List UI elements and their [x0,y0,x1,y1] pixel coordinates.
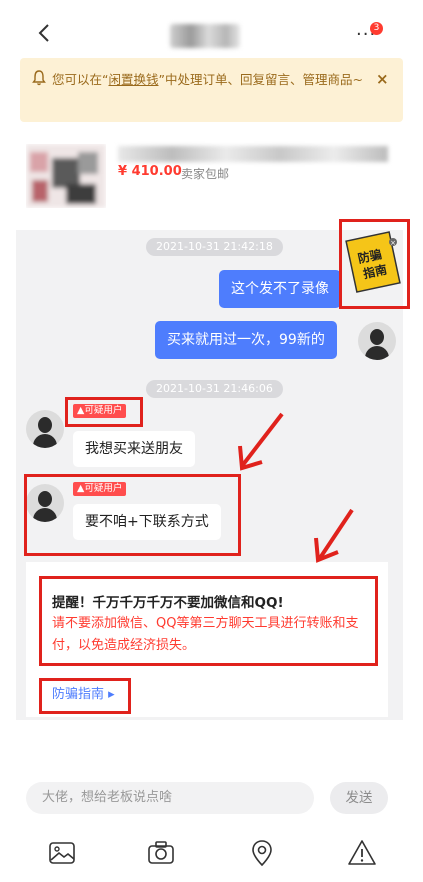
product-card[interactable]: ¥ 410.00 卖家包邮 [0,130,423,222]
camera-icon[interactable] [146,838,176,868]
annotation-arrow [314,508,354,563]
warning-icon[interactable] [347,838,377,868]
annotation-box [24,474,241,556]
annotation-box [65,397,143,427]
send-button[interactable]: 发送 [330,782,388,814]
unread-badge: 3 [370,22,383,35]
chat-partner-name-blurred [170,24,240,48]
bell-icon [32,70,46,86]
close-icon[interactable]: × [376,70,389,88]
image-icon[interactable] [47,838,77,868]
nav-header: ··· 3 [0,0,423,62]
avatar-partner[interactable] [26,410,64,448]
timestamp: 2021-10-31 21:42:18 [146,238,283,256]
product-title-blurred [118,146,388,162]
shipping-label: 卖家包邮 [181,167,230,181]
annotation-box [339,219,410,309]
product-image-blurred [26,144,106,208]
notice-text: 您可以在“闲置换钱”中处理订单、回复留言、管理商品~ [52,72,363,87]
notice-banner: 您可以在“闲置换钱”中处理订单、回复留言、管理商品~ × [20,58,403,122]
message-bubble-received[interactable]: 我想买来送朋友 [73,431,195,467]
back-icon[interactable] [34,22,56,44]
notice-link[interactable]: 闲置换钱 [108,72,158,87]
product-price: ¥ 410.00 [118,164,182,179]
annotation-box [39,678,131,714]
timestamp: 2021-10-31 21:46:06 [146,380,283,398]
avatar-self[interactable] [358,322,396,360]
location-icon[interactable] [247,838,277,868]
annotation-arrow [238,412,284,471]
annotation-box [39,576,378,666]
message-bubble-sent[interactable]: 这个发不了录像 [219,270,341,308]
message-input[interactable]: 大佬，想给老板说点啥 [26,782,314,814]
message-bubble-sent[interactable]: 买来就用过一次，99新的 [155,321,337,359]
